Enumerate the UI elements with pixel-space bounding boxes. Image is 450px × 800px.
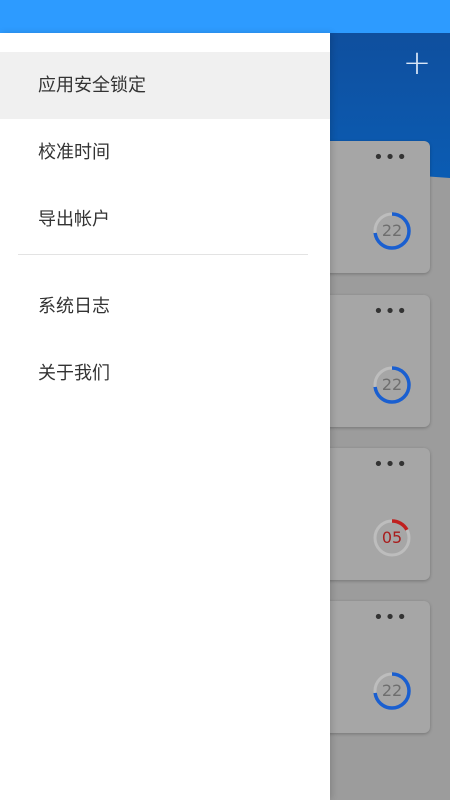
countdown-timer: 22 (372, 211, 412, 251)
menu-item-label: 系统日志 (38, 296, 110, 317)
menu-item-label: 关于我们 (38, 363, 110, 384)
menu-item-calibrate-time[interactable]: 校准时间 (0, 119, 330, 186)
menu-item-app-lock[interactable]: 应用安全锁定 (0, 52, 330, 119)
plus-icon[interactable]: + (402, 46, 432, 80)
menu-item-about-us[interactable]: 关于我们 (0, 340, 330, 407)
menu-item-label: 校准时间 (38, 142, 110, 163)
menu-divider (18, 254, 308, 255)
status-bar (0, 0, 450, 33)
countdown-value: 05 (381, 528, 403, 547)
countdown-timer: 22 (372, 365, 412, 405)
more-icon[interactable]: ••• (373, 609, 408, 627)
countdown-timer: 22 (372, 671, 412, 711)
menu-item-label: 应用安全锁定 (38, 75, 146, 96)
countdown-value: 22 (381, 221, 403, 240)
navigation-drawer: 应用安全锁定 校准时间 导出帐户 系统日志 关于我们 (0, 33, 330, 800)
menu-item-export-accounts[interactable]: 导出帐户 (0, 186, 330, 253)
countdown-value: 22 (381, 375, 403, 394)
more-icon[interactable]: ••• (373, 456, 408, 474)
menu-item-label: 导出帐户 (38, 209, 110, 230)
menu-item-system-log[interactable]: 系统日志 (0, 273, 330, 340)
countdown-value: 22 (381, 681, 403, 700)
more-icon[interactable]: ••• (373, 303, 408, 321)
countdown-timer: 05 (372, 518, 412, 558)
more-icon[interactable]: ••• (373, 149, 408, 167)
